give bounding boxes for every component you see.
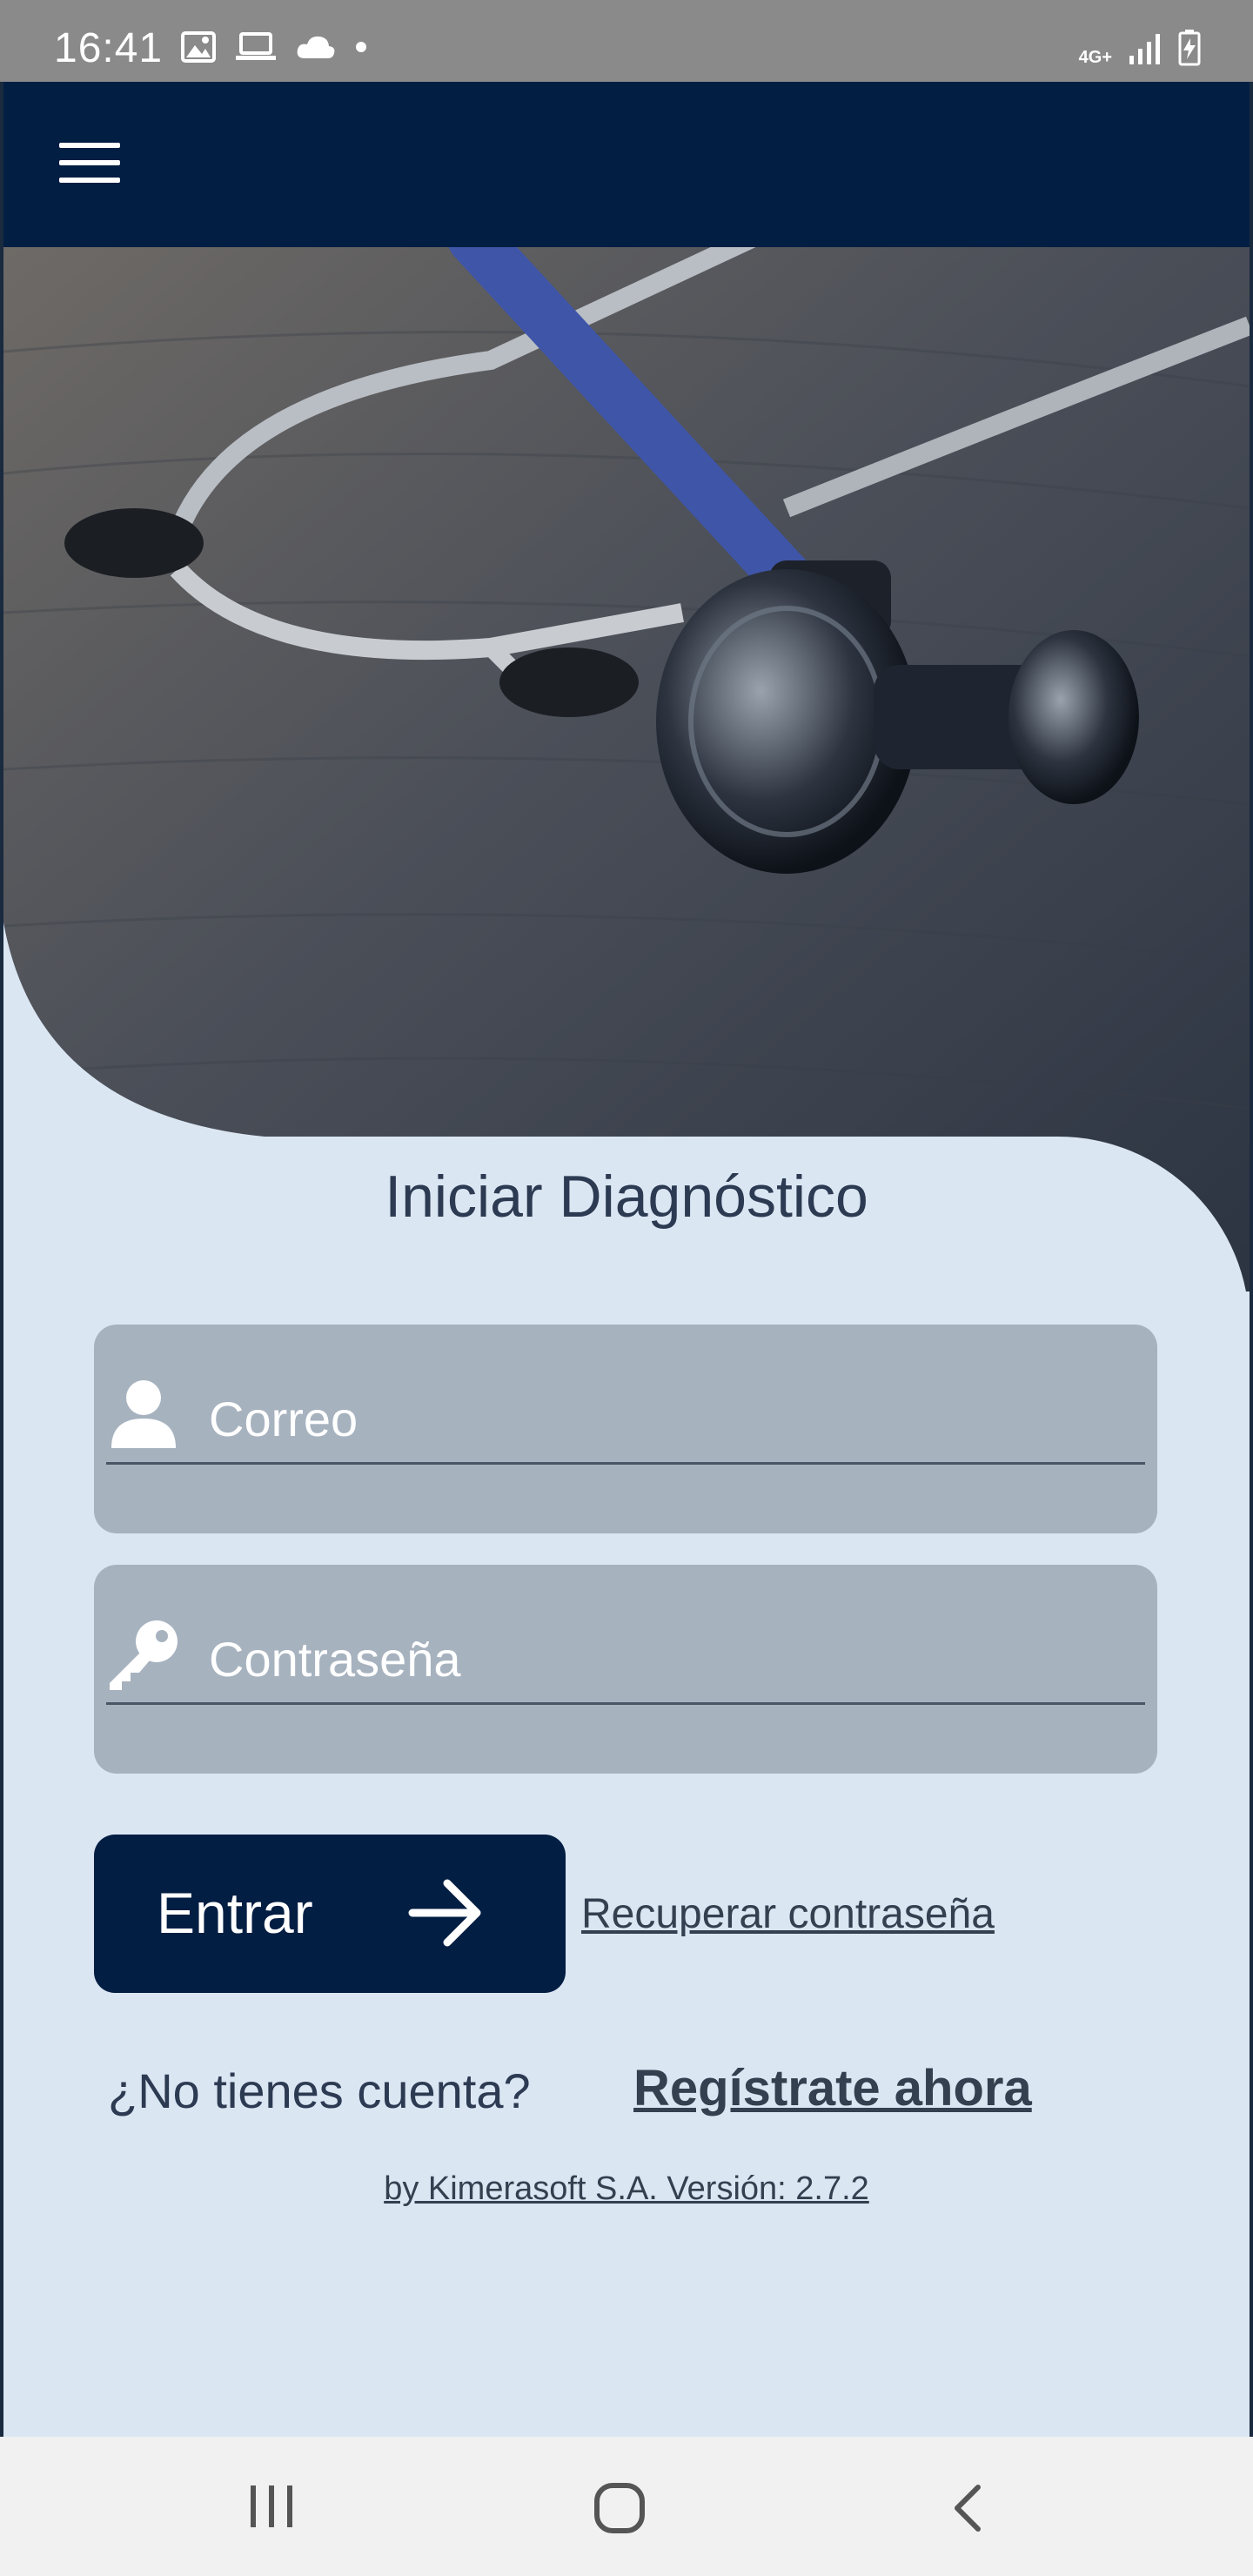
status-icons-right: 4G+: [1079, 30, 1201, 66]
register-link[interactable]: Regístrate ahora: [633, 2059, 1032, 2117]
system-nav-bar: [0, 2437, 1253, 2576]
signal-icon: [1129, 34, 1160, 64]
status-time: 16:41: [54, 25, 164, 71]
enter-button[interactable]: Entrar: [94, 1835, 566, 1993]
recent-apps-icon[interactable]: [245, 2482, 298, 2531]
app-bar: [3, 82, 1250, 247]
image-icon: [181, 31, 216, 63]
back-icon[interactable]: [948, 2482, 987, 2534]
page-title: Iniciar Diagnóstico: [385, 1164, 868, 1230]
status-icons-left: [181, 31, 367, 63]
left-edge: [0, 82, 3, 2437]
right-edge: [1250, 82, 1253, 2437]
network-type: 4G+: [1078, 48, 1112, 67]
hamburger-menu-icon[interactable]: [59, 143, 120, 186]
password-field[interactable]: Contraseña: [94, 1565, 1157, 1774]
cloud-icon: [297, 36, 335, 58]
status-bar: 16:41 4G+: [0, 0, 1253, 82]
laptop-icon: [236, 32, 276, 60]
password-underline: [106, 1702, 1145, 1705]
recover-password-link[interactable]: Recuperar contraseña: [581, 1890, 995, 1938]
dot-icon: [356, 42, 366, 52]
email-field[interactable]: Correo: [94, 1325, 1157, 1533]
home-icon[interactable]: [592, 2482, 647, 2534]
version-link[interactable]: by Kimerasoft S.A. Versión: 2.7.2: [0, 2170, 1253, 2208]
arrow-right-icon: [408, 1879, 481, 1947]
battery-icon: [1178, 30, 1201, 66]
user-icon: [111, 1380, 176, 1448]
key-icon: [110, 1620, 178, 1690]
email-underline: [106, 1462, 1145, 1465]
panel-curve: [3, 922, 352, 1140]
password-placeholder: Contraseña: [209, 1632, 461, 1687]
enter-label: Entrar: [157, 1881, 313, 1945]
no-account-text: ¿No tienes cuenta?: [108, 2063, 531, 2118]
email-placeholder: Correo: [209, 1392, 358, 1446]
